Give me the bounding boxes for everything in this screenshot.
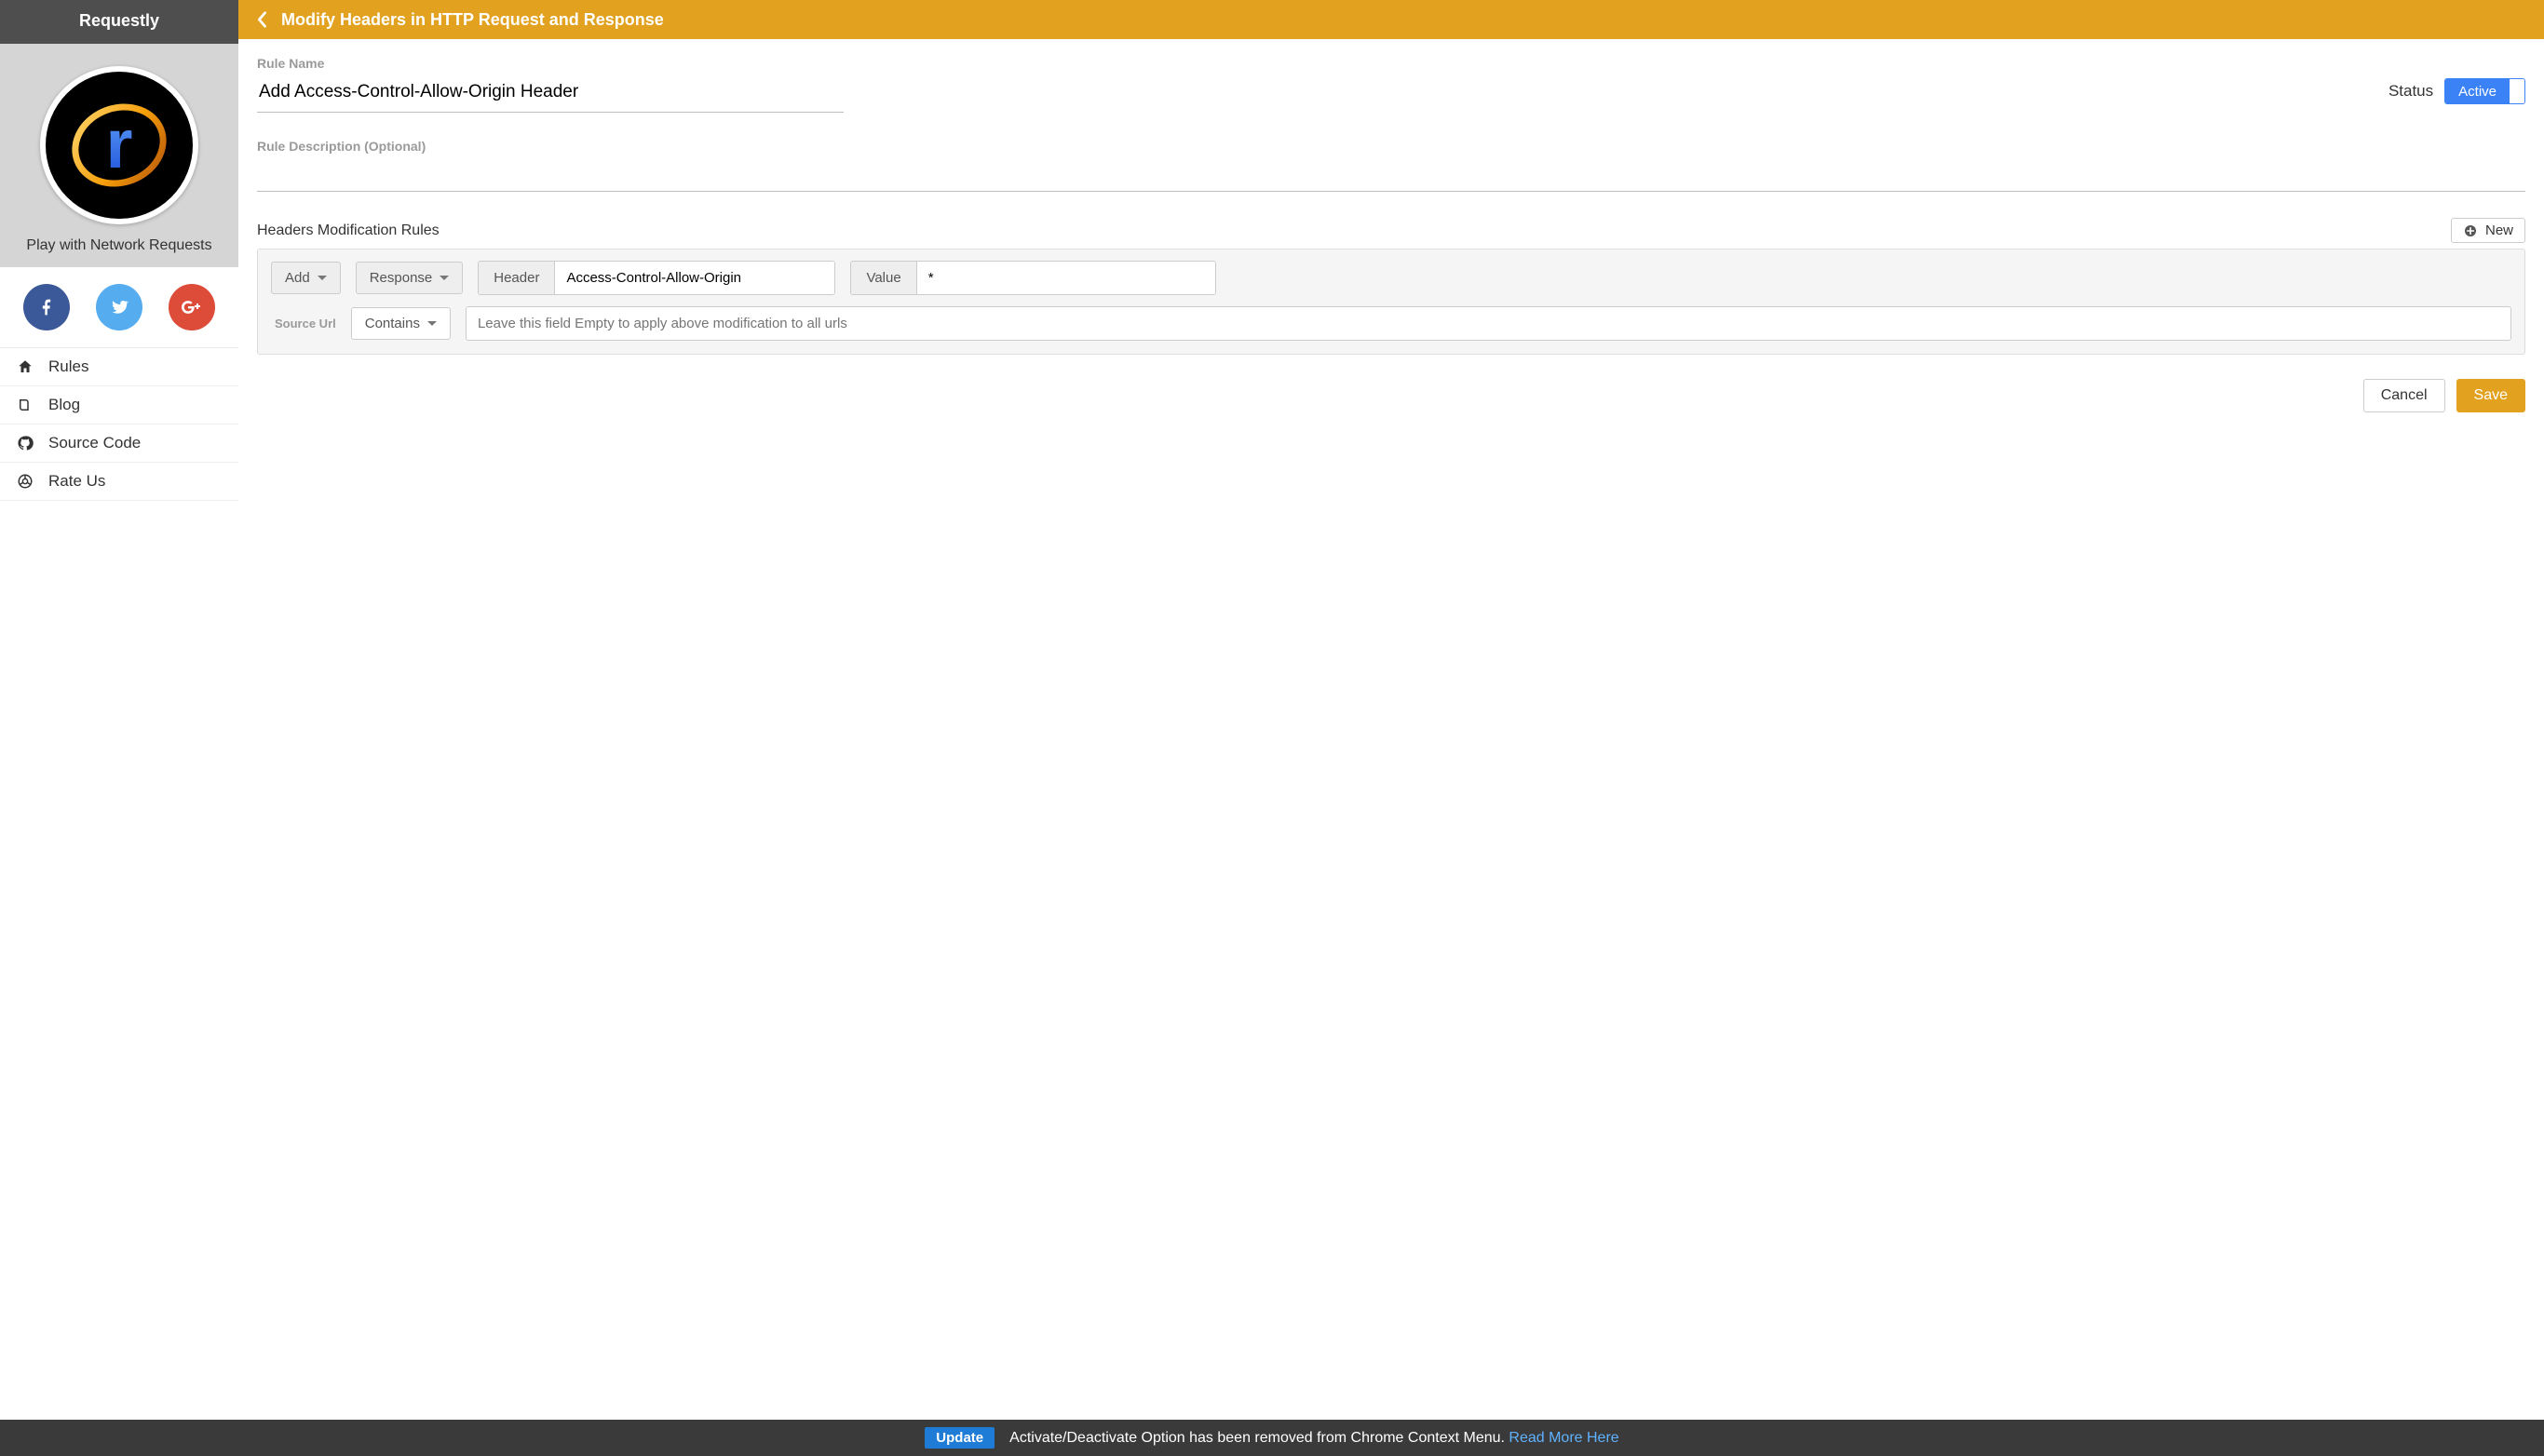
home-icon: [17, 358, 34, 375]
source-url-input-group: [466, 306, 2511, 341]
rule-description-label: Rule Description (Optional): [257, 139, 2525, 154]
sidebar-social-row: [0, 267, 238, 348]
header-input-group: Header: [478, 261, 835, 295]
plus-circle-icon: [2463, 223, 2478, 238]
sidebar-item-source-code[interactable]: Source Code: [0, 425, 238, 463]
update-banner: Update Activate/Deactivate Option has be…: [0, 1420, 2544, 1456]
action-dropdown[interactable]: Add: [271, 262, 341, 294]
app-logo: r: [40, 66, 198, 224]
banner-message: Activate/Deactivate Option has been remo…: [1009, 1430, 1505, 1446]
caret-down-icon: [427, 321, 437, 326]
page-title: Modify Headers in HTTP Request and Respo…: [281, 10, 664, 30]
sidebar-brand: Requestly: [0, 0, 238, 44]
svg-text:r: r: [106, 105, 133, 182]
google-plus-button[interactable]: [169, 284, 215, 330]
rule-row-2: Source Url Contains: [271, 306, 2511, 341]
facebook-button[interactable]: [23, 284, 70, 330]
save-button[interactable]: Save: [2456, 379, 2525, 412]
rule-description-block: Rule Description (Optional): [257, 139, 2525, 192]
action-dropdown-label: Add: [285, 270, 310, 286]
rule-row-1: Add Response Header Value: [271, 261, 2511, 295]
header-name-input[interactable]: [555, 262, 834, 294]
requestly-logo-icon: r: [63, 89, 175, 201]
sidebar-item-label: Rate Us: [48, 472, 105, 491]
book-icon: [17, 397, 34, 413]
google-plus-icon: [181, 296, 203, 318]
target-dropdown-label: Response: [370, 270, 433, 286]
rule-name-col: Rule Name: [257, 56, 844, 113]
github-icon: [17, 435, 34, 452]
status-col: Status Active: [2388, 56, 2525, 104]
rule-name-row: Rule Name Status Active: [257, 56, 2525, 113]
match-type-label: Contains: [365, 316, 420, 331]
match-type-dropdown[interactable]: Contains: [351, 307, 451, 340]
chevron-left-icon: [256, 11, 267, 28]
rule-name-input[interactable]: [257, 74, 844, 113]
topbar: Modify Headers in HTTP Request and Respo…: [238, 0, 2544, 39]
rule-name-label: Rule Name: [257, 56, 844, 71]
rules-section-title: Headers Modification Rules: [257, 222, 440, 239]
sidebar-item-rules[interactable]: Rules: [0, 348, 238, 386]
back-button[interactable]: [255, 9, 268, 30]
status-label: Status: [2388, 82, 2433, 101]
source-url-label: Source Url: [275, 317, 336, 330]
rule-description-input[interactable]: [257, 157, 2525, 192]
form-actions: Cancel Save: [257, 379, 2525, 412]
sidebar-nav: Rules Blog Source Code Rate Us: [0, 348, 238, 1420]
sidebar-hero: r Play with Network Requests: [0, 44, 238, 267]
content: Rule Name Status Active Rule Description…: [238, 39, 2544, 440]
new-rule-button-label: New: [2485, 222, 2513, 238]
rule-card: Add Response Header Value: [257, 249, 2525, 355]
twitter-button[interactable]: [96, 284, 142, 330]
caret-down-icon: [318, 276, 327, 280]
status-toggle[interactable]: Active: [2444, 78, 2525, 104]
app-root: Requestly: [0, 0, 2544, 1420]
banner-read-more-link[interactable]: Read More Here: [1509, 1430, 1618, 1446]
header-addon: Header: [479, 262, 555, 294]
sidebar-item-rate-us[interactable]: Rate Us: [0, 463, 238, 501]
chrome-icon: [17, 473, 34, 490]
twitter-icon: [109, 297, 129, 317]
update-badge: Update: [925, 1427, 995, 1449]
source-url-input[interactable]: [467, 307, 2510, 340]
rules-section: Headers Modification Rules New Add Respo…: [257, 218, 2525, 355]
rules-header: Headers Modification Rules New: [257, 218, 2525, 243]
sidebar-item-blog[interactable]: Blog: [0, 386, 238, 425]
value-input-group: Value: [850, 261, 1215, 295]
header-value-input[interactable]: [917, 262, 1215, 294]
sidebar-item-label: Rules: [48, 357, 88, 376]
sidebar: Requestly: [0, 0, 238, 1420]
caret-down-icon: [440, 276, 449, 280]
cancel-button[interactable]: Cancel: [2363, 379, 2445, 412]
main: Modify Headers in HTTP Request and Respo…: [238, 0, 2544, 1420]
banner-text: Activate/Deactivate Option has been remo…: [1009, 1430, 1619, 1447]
value-addon: Value: [851, 262, 916, 294]
status-toggle-value: Active: [2445, 79, 2510, 103]
sidebar-item-label: Source Code: [48, 434, 141, 452]
facebook-icon: [37, 298, 56, 317]
new-rule-button[interactable]: New: [2451, 218, 2525, 243]
status-toggle-knob: [2510, 79, 2524, 103]
sidebar-tagline: Play with Network Requests: [26, 237, 211, 254]
sidebar-item-label: Blog: [48, 396, 80, 414]
target-dropdown[interactable]: Response: [356, 262, 464, 294]
